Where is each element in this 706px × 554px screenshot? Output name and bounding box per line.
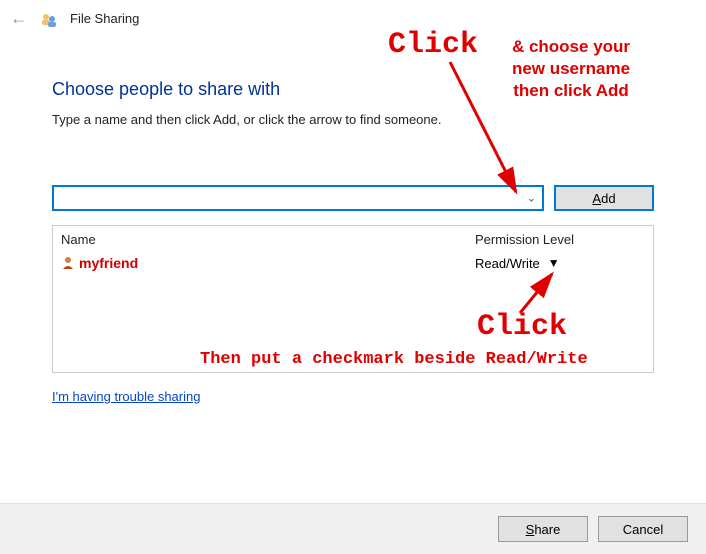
window-title: File Sharing [70,11,139,26]
user-icon [61,256,75,270]
user-combo-input[interactable]: ⌄ [52,185,544,211]
back-arrow-icon[interactable]: ← [10,8,28,29]
chevron-down-icon[interactable]: ⌄ [527,192,536,205]
permission-value: Read/Write [475,256,540,271]
permission-dropdown[interactable]: Read/Write ▼ [475,256,645,271]
col-header-name[interactable]: Name [61,232,475,247]
page-heading: Choose people to share with [52,79,654,100]
file-sharing-icon [40,10,58,28]
list-header: Name Permission Level [53,226,653,253]
input-row: ⌄ Add [52,185,654,211]
add-button[interactable]: Add [554,185,654,211]
user-name: myfriend [79,255,138,271]
list-row[interactable]: myfriend Read/Write ▼ [53,253,653,273]
help-link[interactable]: I'm having trouble sharing [52,389,200,404]
share-list: Name Permission Level myfriend Read/Writ… [52,225,654,373]
col-header-permission[interactable]: Permission Level [475,232,645,247]
triangle-down-icon[interactable]: ▼ [548,256,560,270]
share-button[interactable]: Share [498,516,588,542]
page-subtext: Type a name and then click Add, or click… [52,112,654,127]
footer-bar: Share Cancel [0,503,706,554]
main-content: Choose people to share with Type a name … [0,79,706,404]
cancel-button[interactable]: Cancel [598,516,688,542]
title-bar: ← File Sharing [0,0,706,37]
